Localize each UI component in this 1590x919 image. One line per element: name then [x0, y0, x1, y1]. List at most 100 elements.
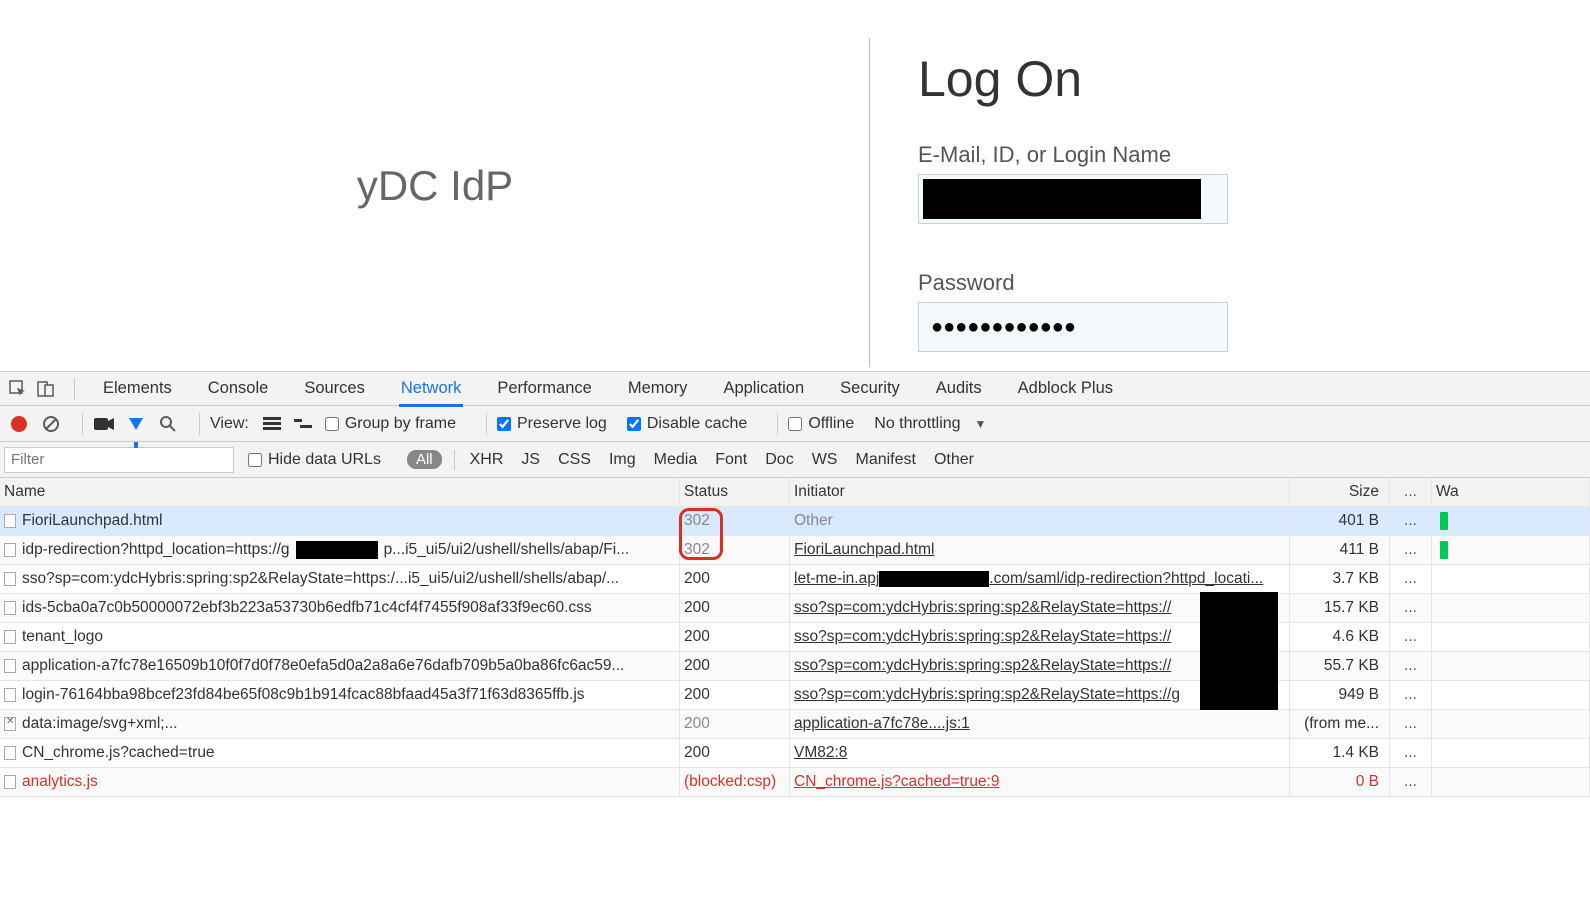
request-status: 302: [680, 507, 790, 535]
email-label: E-Mail, ID, or Login Name: [918, 142, 1228, 168]
filter-type-css[interactable]: CSS: [558, 451, 591, 469]
throttling-select[interactable]: No throttling▼: [874, 415, 986, 433]
tab-sources[interactable]: Sources: [302, 372, 367, 404]
request-status: 200: [680, 681, 790, 709]
request-size: 401 B: [1290, 507, 1390, 535]
file-icon: [4, 659, 16, 673]
col-status[interactable]: Status: [680, 478, 790, 506]
tab-network[interactable]: Network: [399, 372, 464, 407]
request-size: 0 B: [1290, 768, 1390, 796]
tab-adblock-plus[interactable]: Adblock Plus: [1016, 372, 1115, 404]
filter-type-xhr[interactable]: XHR: [470, 451, 504, 469]
filter-type-js[interactable]: JS: [521, 451, 540, 469]
search-icon[interactable]: [157, 413, 179, 435]
inspect-icon[interactable]: [8, 379, 28, 399]
row-overflow[interactable]: ...: [1390, 507, 1432, 535]
filter-type-font[interactable]: Font: [715, 451, 747, 469]
redacted-block: [923, 179, 1201, 219]
initiator-link[interactable]: let-me-in.apj.com/saml/idp-redirection?h…: [794, 570, 1263, 588]
request-size: 4.6 KB: [1290, 623, 1390, 651]
request-row[interactable]: FioriLaunchpad.html302Other401 B...: [0, 507, 1590, 536]
record-button[interactable]: [8, 413, 30, 435]
row-overflow[interactable]: ...: [1390, 594, 1432, 622]
request-row[interactable]: analytics.js (blocked:csp)CN_chrome.js?ca…: [0, 768, 1590, 797]
offline-checkbox[interactable]: Offline: [788, 415, 854, 433]
request-size: 949 B: [1290, 681, 1390, 709]
col-dots[interactable]: ...: [1390, 478, 1432, 506]
divider: [869, 38, 870, 367]
tab-memory[interactable]: Memory: [626, 372, 690, 404]
initiator-link[interactable]: sso?sp=com:ydcHybris:spring:sp2&RelaySta…: [794, 657, 1171, 675]
row-overflow[interactable]: ...: [1390, 739, 1432, 767]
initiator-link[interactable]: application-a7fc78e....js:1: [794, 715, 970, 733]
filter-type-media[interactable]: Media: [654, 451, 698, 469]
request-row[interactable]: data:image/svg+xml;...200application-a7f…: [0, 710, 1590, 739]
initiator-link[interactable]: VM82:8: [794, 744, 847, 762]
tab-performance[interactable]: Performance: [495, 372, 593, 404]
initiator-link[interactable]: sso?sp=com:ydcHybris:spring:sp2&RelaySta…: [794, 686, 1180, 704]
request-row[interactable]: CN_chrome.js?cached=true200VM82:81.4 KB.…: [0, 739, 1590, 768]
filter-type-manifest[interactable]: Manifest: [855, 451, 915, 469]
initiator-link[interactable]: sso?sp=com:ydcHybris:spring:sp2&RelaySta…: [794, 599, 1171, 617]
request-row[interactable]: idp-redirection?httpd_location=https://g…: [0, 536, 1590, 565]
tab-console[interactable]: Console: [206, 372, 271, 404]
large-rows-icon[interactable]: [261, 413, 283, 435]
row-overflow[interactable]: ...: [1390, 710, 1432, 738]
file-icon: [4, 717, 16, 731]
request-row[interactable]: sso?sp=com:ydcHybris:spring:sp2&RelaySta…: [0, 565, 1590, 594]
request-name: FioriLaunchpad.html: [22, 512, 162, 530]
filter-type-doc[interactable]: Doc: [765, 451, 793, 469]
clear-button[interactable]: [40, 413, 62, 435]
col-initiator[interactable]: Initiator: [790, 478, 1290, 506]
capture-screenshots-icon[interactable]: [93, 413, 115, 435]
request-waterfall: [1432, 739, 1590, 767]
row-overflow[interactable]: ...: [1390, 536, 1432, 564]
redacted-block: [879, 571, 989, 587]
request-row[interactable]: tenant_logo200sso?sp=com:ydcHybris:sprin…: [0, 623, 1590, 652]
filter-input[interactable]: [4, 447, 234, 473]
request-initiator: VM82:8: [790, 739, 1290, 767]
overview-icon[interactable]: [293, 413, 315, 435]
device-toggle-icon[interactable]: [36, 379, 56, 399]
col-name[interactable]: Name: [0, 478, 680, 506]
group-by-frame-checkbox[interactable]: Group by frame: [325, 415, 456, 433]
col-waterfall[interactable]: Wa: [1432, 478, 1590, 506]
initiator-link[interactable]: sso?sp=com:ydcHybris:spring:sp2&RelaySta…: [794, 628, 1171, 646]
row-overflow[interactable]: ...: [1390, 768, 1432, 796]
request-name: analytics.js: [22, 773, 98, 791]
filter-type-ws[interactable]: WS: [812, 451, 838, 469]
email-field[interactable]: [918, 174, 1228, 224]
redacted-block: [1200, 592, 1278, 710]
request-status: (blocked:csp): [680, 768, 790, 796]
filter-all-pill[interactable]: All: [407, 450, 442, 469]
tab-elements[interactable]: Elements: [101, 372, 174, 404]
view-label: View:: [210, 415, 249, 433]
request-waterfall: [1432, 594, 1590, 622]
filter-bar: Hide data URLs All XHR JS CSS Img Media Font D…: [0, 442, 1590, 478]
request-size: (from me...: [1290, 710, 1390, 738]
row-overflow[interactable]: ...: [1390, 652, 1432, 680]
request-row[interactable]: login-76164bba98bcef23fd84be65f08c9b1b91…: [0, 681, 1590, 710]
preserve-log-checkbox[interactable]: Preserve log: [497, 415, 607, 433]
initiator-link[interactable]: FioriLaunchpad.html: [794, 541, 934, 559]
request-name: ids-5cba0a7c0b50000072ebf3b223a53730b6ed…: [22, 599, 592, 617]
tab-security[interactable]: Security: [838, 372, 902, 404]
hide-data-urls-checkbox[interactable]: Hide data URLs: [248, 451, 381, 469]
row-overflow[interactable]: ...: [1390, 565, 1432, 593]
request-row[interactable]: ids-5cba0a7c0b50000072ebf3b223a53730b6ed…: [0, 594, 1590, 623]
row-overflow[interactable]: ...: [1390, 623, 1432, 651]
request-row[interactable]: application-a7fc78e16509b10f0f7d0f78e0ef…: [0, 652, 1590, 681]
request-initiator: CN_chrome.js?cached=true:9: [790, 768, 1290, 796]
filter-type-img[interactable]: Img: [609, 451, 636, 469]
initiator-link[interactable]: CN_chrome.js?cached=true:9: [794, 773, 999, 791]
password-field[interactable]: [918, 302, 1228, 352]
request-name: data:image/svg+xml;...: [22, 715, 178, 733]
col-size[interactable]: Size: [1290, 478, 1390, 506]
filter-toggle-icon[interactable]: [125, 413, 147, 435]
filter-type-other[interactable]: Other: [934, 451, 974, 469]
file-icon: [4, 572, 16, 586]
row-overflow[interactable]: ...: [1390, 681, 1432, 709]
tab-audits[interactable]: Audits: [934, 372, 984, 404]
tab-application[interactable]: Application: [721, 372, 806, 404]
disable-cache-checkbox[interactable]: Disable cache: [627, 415, 748, 433]
